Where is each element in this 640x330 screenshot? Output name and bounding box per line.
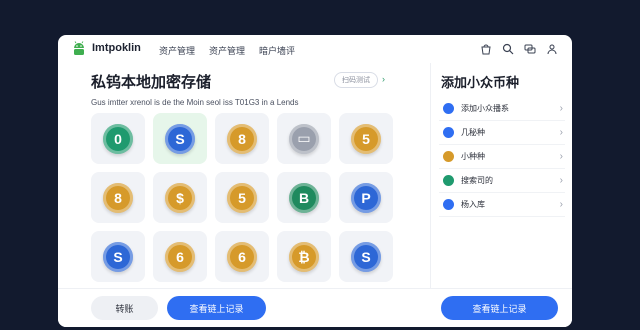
coin-icon: 5 — [351, 123, 381, 154]
panel-list-item[interactable]: 杨入库 › — [439, 193, 565, 217]
panel-item-label: 几秘种 — [461, 128, 485, 137]
coin-icon: B — [289, 182, 319, 213]
coin-tile[interactable]: 0 — [91, 113, 145, 164]
page-subtitle: Gus imtter xrenol is de the Moin seol is… — [91, 98, 299, 107]
coin-icon: S — [351, 241, 381, 272]
coin-tile[interactable]: 6 — [153, 231, 207, 282]
coin-tile[interactable]: $ — [153, 172, 207, 223]
view-chain-record-button[interactable]: 查看链上记录 — [167, 296, 266, 320]
panel-list-item[interactable]: 搜索司的 › — [439, 169, 565, 193]
panel-title: 添加小众币种 — [441, 75, 520, 90]
coin-tile[interactable]: 8 — [91, 172, 145, 223]
coin-tile[interactable]: S — [153, 113, 207, 164]
page-title: 私钨本地加密存储 — [91, 74, 212, 91]
panel-item-label: 小种种 — [461, 152, 485, 161]
coin-icon: 5 — [227, 182, 257, 213]
top-nav: 资产管理 资产管理 暗户墙评 — [159, 44, 295, 57]
panel-list-item[interactable]: 添加小众播系 › — [439, 97, 565, 121]
coin-tile[interactable]: ₿ — [277, 231, 331, 282]
coin-icon: ₿ — [289, 241, 319, 272]
target-icon — [443, 175, 454, 186]
side-panel: 添加小众币种 添加小众播系 › 几秘种 › 小种种 › 搜索司的 › 杨入库 › — [430, 63, 572, 288]
coin-icon: 8 — [103, 182, 133, 213]
chevron-right-icon: › — [559, 127, 563, 138]
bag-icon[interactable] — [480, 42, 492, 55]
import-icon — [443, 199, 454, 210]
panel-item-label: 添加小众播系 — [461, 104, 509, 113]
coin-icon: 0 — [103, 123, 133, 154]
coin-icon: P — [351, 182, 381, 213]
coin-icon: S — [103, 241, 133, 272]
panel-list: 添加小众播系 › 几秘种 › 小种种 › 搜索司的 › 杨入库 › — [439, 97, 565, 217]
panel-item-label: 杨入库 — [461, 200, 485, 209]
top-icons — [480, 42, 558, 55]
android-logo-icon — [74, 41, 84, 55]
nav-item-assets-2[interactable]: 资产管理 — [209, 44, 245, 57]
panel-view-chain-record-button[interactable]: 查看链上记录 — [441, 296, 558, 320]
coin-icon: 8 — [227, 123, 257, 154]
coin-icon: 6 — [227, 241, 257, 272]
panel-item-label: 搜索司的 — [461, 176, 493, 185]
filter-pill[interactable]: 扫码测试 — [334, 72, 378, 88]
user-icon[interactable] — [546, 42, 558, 55]
coin-tile[interactable]: 6 — [215, 231, 269, 282]
coin-tile[interactable]: 8 — [215, 113, 269, 164]
top-bar: Imtpoklin 资产管理 资产管理 暗户墙评 — [58, 35, 572, 63]
app-name: Imtpoklin — [92, 42, 141, 54]
bottom-bar: 转账 查看链上记录 查看链上记录 — [58, 288, 572, 327]
transfer-button[interactable]: 转账 — [91, 296, 158, 320]
wallet-icon — [443, 103, 454, 114]
chevron-right-icon[interactable]: › — [382, 74, 385, 84]
nav-item-wallet[interactable]: 暗户墙评 — [259, 44, 295, 57]
coin-tile[interactable]: 5 — [339, 113, 393, 164]
coin-icon: 6 — [165, 241, 195, 272]
chat-icon[interactable] — [524, 42, 536, 54]
filter-icon — [443, 127, 454, 138]
coin-tile[interactable]: ▭ — [277, 113, 331, 164]
chevron-right-icon: › — [559, 151, 563, 162]
coin-grid: 0 S 8 ▭ 5 8 $5 B P S 6 6 ₿ S — [91, 113, 394, 282]
panel-list-item[interactable]: 小种种 › — [439, 145, 565, 169]
coin-icon: ▭ — [289, 123, 319, 154]
coin-tile[interactable]: 5 — [215, 172, 269, 223]
coin-tile[interactable]: P — [339, 172, 393, 223]
chevron-right-icon: › — [559, 175, 563, 186]
panel-list-item[interactable]: 几秘种 › — [439, 121, 565, 145]
coin-tile[interactable]: B — [277, 172, 331, 223]
app-window: Imtpoklin 资产管理 资产管理 暗户墙评 私钨本地加密存储 扫码测试 ›… — [58, 35, 572, 327]
nav-item-assets[interactable]: 资产管理 — [159, 44, 195, 57]
chevron-right-icon: › — [559, 199, 563, 210]
search-icon[interactable] — [502, 42, 514, 55]
coin-icon — [443, 151, 454, 162]
coin-icon: S — [165, 123, 195, 154]
coin-tile[interactable]: S — [91, 231, 145, 282]
chevron-right-icon: › — [559, 103, 563, 114]
coin-tile[interactable]: S — [339, 231, 393, 282]
coin-icon: $ — [165, 182, 195, 213]
